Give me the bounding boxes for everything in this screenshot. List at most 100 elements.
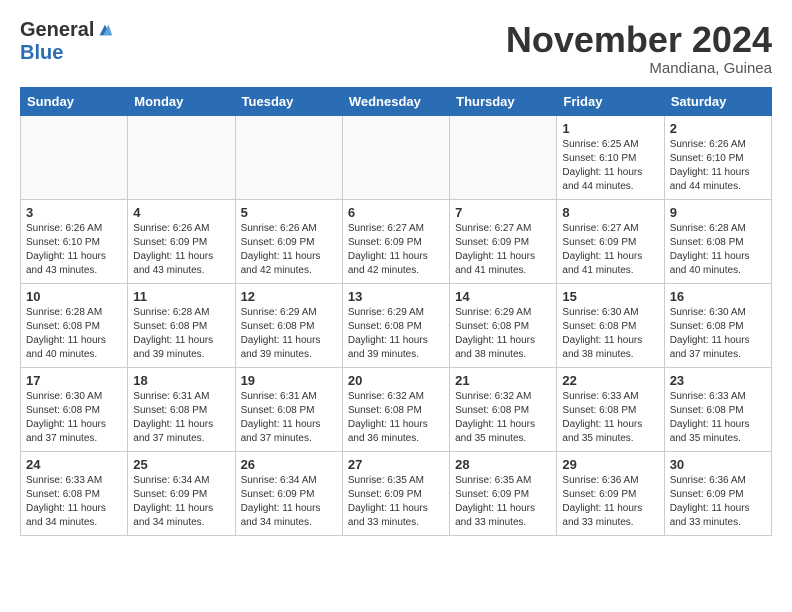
calendar-cell: 21 Sunrise: 6:32 AMSunset: 6:08 PMDayligh… bbox=[450, 367, 557, 451]
calendar-cell: 12 Sunrise: 6:29 AMSunset: 6:08 PMDayligh… bbox=[235, 283, 342, 367]
day-number: 26 bbox=[241, 457, 337, 472]
calendar-cell: 20 Sunrise: 6:32 AMSunset: 6:08 PMDayligh… bbox=[342, 367, 449, 451]
day-number: 27 bbox=[348, 457, 444, 472]
calendar-cell: 26 Sunrise: 6:34 AMSunset: 6:09 PMDayligh… bbox=[235, 451, 342, 535]
cell-details: Sunrise: 6:34 AMSunset: 6:09 PMDaylight:… bbox=[133, 474, 229, 530]
page-header: General Blue November 2024 Mandiana, Gui… bbox=[20, 20, 772, 77]
calendar-cell bbox=[21, 115, 128, 199]
day-number: 9 bbox=[670, 205, 766, 220]
col-header-saturday: Saturday bbox=[664, 87, 771, 115]
calendar-cell: 18 Sunrise: 6:31 AMSunset: 6:08 PMDayligh… bbox=[128, 367, 235, 451]
day-number: 5 bbox=[241, 205, 337, 220]
cell-details: Sunrise: 6:26 AMSunset: 6:09 PMDaylight:… bbox=[133, 222, 229, 278]
day-number: 16 bbox=[670, 289, 766, 304]
col-header-monday: Monday bbox=[128, 87, 235, 115]
calendar-cell: 15 Sunrise: 6:30 AMSunset: 6:08 PMDayligh… bbox=[557, 283, 664, 367]
week-row-5: 24Sunrise: 6:33 AMSunset: 6:08 PMDayligh… bbox=[21, 451, 772, 535]
day-number: 3 bbox=[26, 205, 122, 220]
day-number: 25 bbox=[133, 457, 229, 472]
cell-details: Sunrise: 6:33 AMSunset: 6:08 PMDaylight:… bbox=[26, 474, 122, 530]
calendar-cell: 9Sunrise: 6:28 AMSunset: 6:08 PMDaylight… bbox=[664, 199, 771, 283]
cell-details: Sunrise: 6:27 AMSunset: 6:09 PMDaylight:… bbox=[455, 222, 551, 278]
cell-details: Sunrise: 6:36 AMSunset: 6:09 PMDaylight:… bbox=[670, 474, 766, 530]
calendar-cell: 4 Sunrise: 6:26 AMSunset: 6:09 PMDaylight… bbox=[128, 199, 235, 283]
week-row-4: 17 Sunrise: 6:30 AMSunset: 6:08 PMDayligh… bbox=[21, 367, 772, 451]
calendar-cell: 28 Sunrise: 6:35 AMSunset: 6:09 PMDayligh… bbox=[450, 451, 557, 535]
cell-details: Sunrise: 6:32 AMSunset: 6:08 PMDaylight:… bbox=[455, 390, 551, 446]
calendar-cell: 24Sunrise: 6:33 AMSunset: 6:08 PMDayligh… bbox=[21, 451, 128, 535]
calendar-cell: 16 Sunrise: 6:30 AMSunset: 6:08 PMDayligh… bbox=[664, 283, 771, 367]
week-row-3: 10 Sunrise: 6:28 AMSunset: 6:08 PMDayligh… bbox=[21, 283, 772, 367]
col-header-sunday: Sunday bbox=[21, 87, 128, 115]
title-block: November 2024 Mandiana, Guinea bbox=[506, 20, 772, 77]
cell-details: Sunrise: 6:30 AMSunset: 6:08 PMDaylight:… bbox=[562, 306, 658, 362]
day-number: 28 bbox=[455, 457, 551, 472]
calendar-cell: 17 Sunrise: 6:30 AMSunset: 6:08 PMDayligh… bbox=[21, 367, 128, 451]
location-text: Mandiana, Guinea bbox=[506, 60, 772, 77]
logo: General Blue bbox=[20, 20, 114, 65]
day-number: 23 bbox=[670, 373, 766, 388]
cell-details: Sunrise: 6:32 AMSunset: 6:08 PMDaylight:… bbox=[348, 390, 444, 446]
col-header-wednesday: Wednesday bbox=[342, 87, 449, 115]
week-row-1: 1 Sunrise: 6:25 AMSunset: 6:10 PMDaylight… bbox=[21, 115, 772, 199]
day-number: 22 bbox=[562, 373, 658, 388]
col-header-friday: Friday bbox=[557, 87, 664, 115]
cell-details: Sunrise: 6:31 AMSunset: 6:08 PMDaylight:… bbox=[241, 390, 337, 446]
cell-details: Sunrise: 6:27 AMSunset: 6:09 PMDaylight:… bbox=[348, 222, 444, 278]
day-number: 17 bbox=[26, 373, 122, 388]
cell-details: Sunrise: 6:30 AMSunset: 6:08 PMDaylight:… bbox=[670, 306, 766, 362]
day-number: 15 bbox=[562, 289, 658, 304]
calendar-header-row: SundayMondayTuesdayWednesdayThursdayFrid… bbox=[21, 87, 772, 115]
cell-details: Sunrise: 6:26 AMSunset: 6:09 PMDaylight:… bbox=[241, 222, 337, 278]
col-header-tuesday: Tuesday bbox=[235, 87, 342, 115]
cell-details: Sunrise: 6:29 AMSunset: 6:08 PMDaylight:… bbox=[241, 306, 337, 362]
calendar-cell: 27 Sunrise: 6:35 AMSunset: 6:09 PMDayligh… bbox=[342, 451, 449, 535]
calendar-cell: 23Sunrise: 6:33 AMSunset: 6:08 PMDayligh… bbox=[664, 367, 771, 451]
day-number: 21 bbox=[455, 373, 551, 388]
day-number: 30 bbox=[670, 457, 766, 472]
calendar-table: SundayMondayTuesdayWednesdayThursdayFrid… bbox=[20, 87, 772, 536]
cell-details: Sunrise: 6:25 AMSunset: 6:10 PMDaylight:… bbox=[562, 138, 658, 194]
calendar-cell: 11 Sunrise: 6:28 AMSunset: 6:08 PMDayligh… bbox=[128, 283, 235, 367]
cell-details: Sunrise: 6:35 AMSunset: 6:09 PMDaylight:… bbox=[348, 474, 444, 530]
cell-details: Sunrise: 6:33 AMSunset: 6:08 PMDaylight:… bbox=[562, 390, 658, 446]
calendar-cell: 8Sunrise: 6:27 AMSunset: 6:09 PMDaylight… bbox=[557, 199, 664, 283]
cell-details: Sunrise: 6:28 AMSunset: 6:08 PMDaylight:… bbox=[26, 306, 122, 362]
calendar-cell: 7Sunrise: 6:27 AMSunset: 6:09 PMDaylight… bbox=[450, 199, 557, 283]
calendar-cell: 6 Sunrise: 6:27 AMSunset: 6:09 PMDaylight… bbox=[342, 199, 449, 283]
day-number: 14 bbox=[455, 289, 551, 304]
cell-details: Sunrise: 6:34 AMSunset: 6:09 PMDaylight:… bbox=[241, 474, 337, 530]
cell-details: Sunrise: 6:26 AMSunset: 6:10 PMDaylight:… bbox=[26, 222, 122, 278]
day-number: 20 bbox=[348, 373, 444, 388]
cell-details: Sunrise: 6:35 AMSunset: 6:09 PMDaylight:… bbox=[455, 474, 551, 530]
calendar-cell: 14 Sunrise: 6:29 AMSunset: 6:08 PMDayligh… bbox=[450, 283, 557, 367]
logo-general-text: General bbox=[20, 20, 94, 40]
calendar-cell bbox=[342, 115, 449, 199]
day-number: 11 bbox=[133, 289, 229, 304]
calendar-cell: 2Sunrise: 6:26 AMSunset: 6:10 PMDaylight… bbox=[664, 115, 771, 199]
day-number: 6 bbox=[348, 205, 444, 220]
calendar-cell: 1 Sunrise: 6:25 AMSunset: 6:10 PMDaylight… bbox=[557, 115, 664, 199]
cell-details: Sunrise: 6:29 AMSunset: 6:08 PMDaylight:… bbox=[348, 306, 444, 362]
calendar-cell: 3 Sunrise: 6:26 AMSunset: 6:10 PMDaylight… bbox=[21, 199, 128, 283]
day-number: 29 bbox=[562, 457, 658, 472]
cell-details: Sunrise: 6:27 AMSunset: 6:09 PMDaylight:… bbox=[562, 222, 658, 278]
calendar-cell: 19 Sunrise: 6:31 AMSunset: 6:08 PMDayligh… bbox=[235, 367, 342, 451]
day-number: 4 bbox=[133, 205, 229, 220]
day-number: 2 bbox=[670, 121, 766, 136]
calendar-cell bbox=[235, 115, 342, 199]
week-row-2: 3 Sunrise: 6:26 AMSunset: 6:10 PMDaylight… bbox=[21, 199, 772, 283]
cell-details: Sunrise: 6:29 AMSunset: 6:08 PMDaylight:… bbox=[455, 306, 551, 362]
logo-blue-text: Blue bbox=[20, 42, 63, 64]
day-number: 12 bbox=[241, 289, 337, 304]
cell-details: Sunrise: 6:28 AMSunset: 6:08 PMDaylight:… bbox=[133, 306, 229, 362]
cell-details: Sunrise: 6:31 AMSunset: 6:08 PMDaylight:… bbox=[133, 390, 229, 446]
day-number: 19 bbox=[241, 373, 337, 388]
calendar-cell bbox=[128, 115, 235, 199]
day-number: 18 bbox=[133, 373, 229, 388]
day-number: 1 bbox=[562, 121, 658, 136]
cell-details: Sunrise: 6:30 AMSunset: 6:08 PMDaylight:… bbox=[26, 390, 122, 446]
day-number: 10 bbox=[26, 289, 122, 304]
calendar-cell: 5 Sunrise: 6:26 AMSunset: 6:09 PMDaylight… bbox=[235, 199, 342, 283]
logo-icon bbox=[96, 21, 114, 39]
